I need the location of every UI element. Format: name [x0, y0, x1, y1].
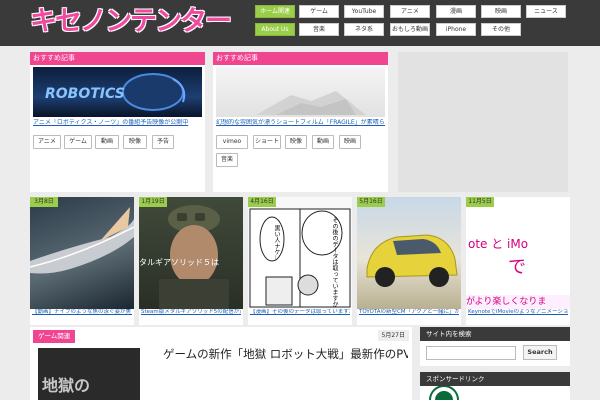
tile-image [357, 197, 461, 309]
search-input[interactable] [426, 346, 516, 360]
featured-box-1: おすすめ記事 ROBOTICS アニメ「ロボティクス・ノーツ」の番組予告映像が公… [30, 52, 205, 192]
nav-item-home[interactable]: ホーム関連 [255, 5, 295, 18]
tile-caption[interactable]: KeynoteでiMovieのようなアニメーション [468, 309, 568, 316]
tile-image: その後のデータは取っていますか 黒い人ナケ… [248, 197, 352, 309]
tile-image: タルギアソリッド５は [139, 197, 243, 309]
tile-caption[interactable]: Steam版メタルギアソリッド5の配信が決定しました [141, 309, 241, 316]
featured-thumb[interactable] [216, 67, 385, 117]
keynote-text: で [508, 257, 526, 278]
tag-item[interactable]: 映像 [285, 135, 307, 149]
nav-item-manga[interactable]: 漫画 [436, 5, 476, 18]
tile-date: 4月16日 [248, 197, 276, 207]
keynote-text: がより楽しくなりま [466, 295, 570, 309]
tag-item[interactable]: 映像 [123, 135, 147, 149]
sponsored-widget-head: スポンサードリンク [420, 372, 570, 386]
article-tile[interactable]: 3月8日 【動画】ナイフのような魚の泳ぐ姿が美しいと話題に [30, 197, 134, 325]
article-tile[interactable]: 5月16日 TOYOTAの新型CM「アクアと一緒に」が公開 [357, 197, 461, 325]
tag-item[interactable]: ゲーム [64, 135, 92, 149]
keynote-text: ote と iMo [468, 237, 529, 251]
tile-caption[interactable]: 【動画】ナイフのような魚の泳ぐ姿が美しいと話題に [32, 309, 132, 316]
fish-image [30, 207, 134, 274]
landscape-image [256, 91, 366, 115]
sponsored-widget [420, 386, 570, 400]
anime-logo-image: ROBOTICS [45, 73, 186, 111]
manga-balloon: 黒い人ナケ… [273, 225, 280, 261]
tile-date: 5月16日 [357, 197, 385, 207]
article-tile[interactable]: タルギアソリッド５は 1月19日 Steam版メタルギアソリッド5の配信が決定し… [139, 197, 243, 325]
nav-item-youtube[interactable]: YouTube [344, 5, 384, 18]
tag-item[interactable]: アニメ [33, 135, 61, 149]
article-date: 5月27日 [377, 330, 409, 341]
tile-caption[interactable]: 【漫画】その後のデータは取っていますか_まとめ [250, 309, 350, 316]
article-thumb[interactable]: 地獄の [38, 348, 140, 400]
article-title[interactable]: ゲームの新作「地獄 ロボット大戦」最新作のPV公開中 [163, 347, 408, 362]
tag-item[interactable]: 動画 [95, 135, 119, 149]
tag-item[interactable]: 予告 [152, 135, 174, 149]
coffee-logo-image [429, 386, 459, 400]
tile-date: 3月8日 [30, 197, 58, 207]
soldier-image [159, 205, 229, 309]
tag-item[interactable]: 音楽 [216, 153, 238, 167]
svg-text:ROBOTICS: ROBOTICS [45, 86, 125, 102]
featured-title-link[interactable]: 幻想的な雰囲気が漂うショートフィルム「FRAGILE」が素晴らしい [216, 119, 385, 127]
tag-item[interactable]: ショート [253, 135, 281, 149]
tile-date: 11月5日 [466, 197, 494, 207]
search-widget: Search [420, 341, 570, 366]
site-header: キセノンテンター ホーム関連 ゲーム YouTube アニメ 漫画 映画 ニュー… [0, 0, 600, 46]
featured-title-link[interactable]: アニメ「ロボティクス・ノーツ」の番組予告映像が公開中 [33, 119, 202, 127]
article-tile[interactable]: その後のデータは取っていますか 黒い人ナケ… 4月16日 【漫画】その後のデータ… [248, 197, 352, 325]
article-card: ゲーム関連 5月27日 地獄の ゲームの新作「地獄 ロボット大戦」最新作のPV公… [30, 327, 412, 400]
featured-box-2: おすすめ記事 幻想的な雰囲気が漂うショートフィルム「FRAGILE」が素晴らしい… [213, 52, 388, 192]
article-category[interactable]: ゲーム関連 [33, 330, 76, 343]
featured-thumb[interactable]: ROBOTICS [33, 67, 202, 117]
nav-item-anime[interactable]: アニメ [390, 5, 430, 18]
nav-item-game[interactable]: ゲーム [299, 5, 339, 18]
tile-overlay-text: タルギアソリッド５は [139, 258, 219, 267]
nav-item-neta[interactable]: ネタ系 [344, 23, 384, 36]
manga-balloon: その後のデータは取っていますか [331, 217, 338, 307]
tile-caption[interactable]: TOYOTAの新型CM「アクアと一緒に」が公開 [359, 309, 459, 316]
featured-head: おすすめ記事 [30, 52, 205, 65]
search-widget-head: サイト内を検索 [420, 327, 570, 341]
tile-date: 1月19日 [139, 197, 167, 207]
article-thumb-text: 地獄の [42, 376, 91, 395]
article-tile[interactable]: ote と iMo で がより楽しくなりま 11月5日 KeynoteでiMov… [466, 197, 570, 325]
nav-item-music[interactable]: 音楽 [299, 23, 339, 36]
nav-item-funny[interactable]: おもしろ動画 [390, 23, 430, 36]
nav-item-movie[interactable]: 映画 [481, 5, 521, 18]
tile-image: ote と iMo で がより楽しくなりま [466, 197, 570, 309]
nav-item-about[interactable]: About Us [255, 23, 295, 36]
car-image [366, 234, 458, 287]
nav-item-other[interactable]: その他 [481, 23, 521, 36]
tag-item[interactable]: 動画 [312, 135, 334, 149]
tag-item[interactable]: vimeo [216, 135, 248, 149]
tag-item[interactable]: 映画 [339, 135, 361, 149]
featured-head: おすすめ記事 [213, 52, 388, 65]
nav-item-news[interactable]: ニュース [526, 5, 566, 18]
nav-item-iphone[interactable]: iPhone [436, 23, 476, 36]
ad-placeholder [398, 52, 568, 192]
site-logo[interactable]: キセノンテンター [30, 7, 232, 37]
tile-image [30, 197, 134, 309]
search-button[interactable]: Search [523, 345, 557, 360]
